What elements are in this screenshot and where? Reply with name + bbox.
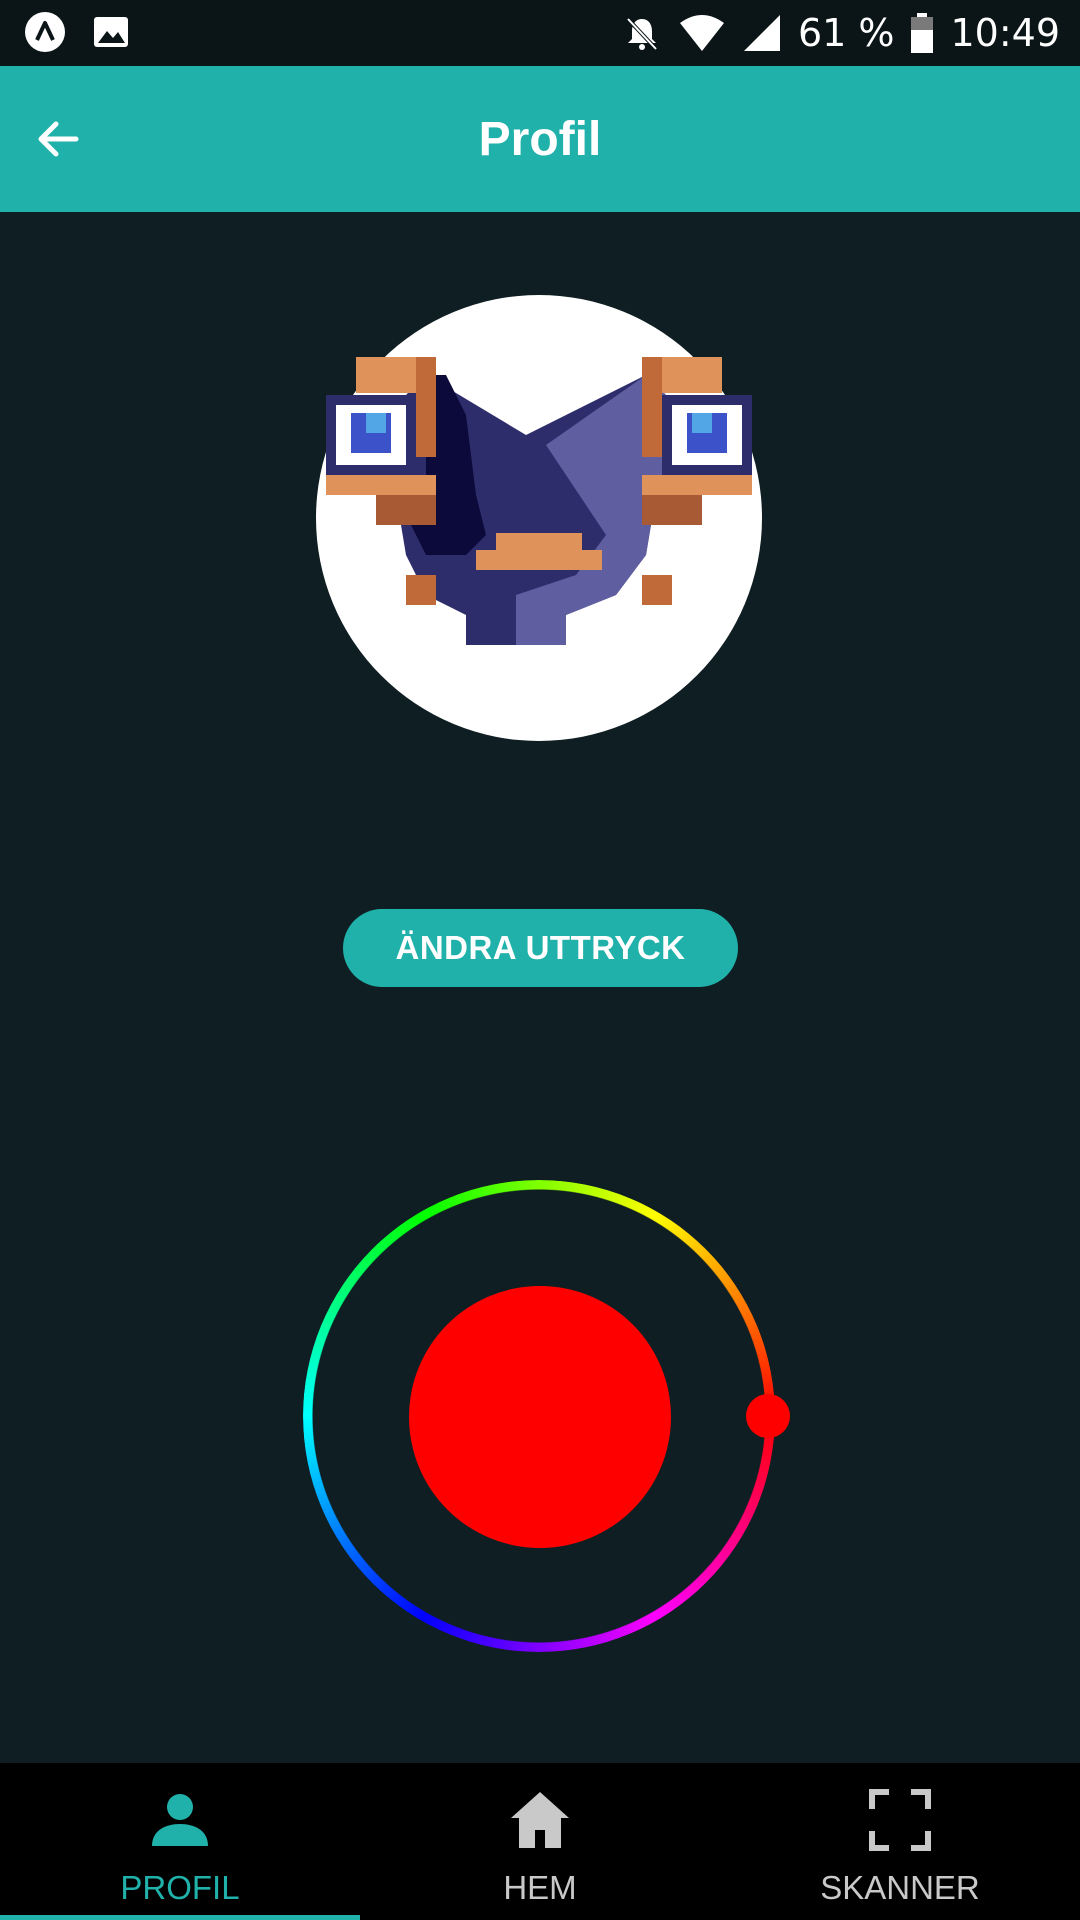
status-bar: 61 % 10:49 [0,0,1080,66]
nav-label-profil: PROFIL [120,1869,240,1906]
app-bar: Profil [0,66,1080,212]
app-logo-icon [25,12,65,52]
pixel-frog-avatar-icon [326,357,752,645]
nav-item-skanner[interactable]: SKANNER [720,1763,1080,1920]
person-icon [152,1794,208,1846]
battery-icon [911,13,934,53]
selected-color-swatch [409,1286,671,1548]
wifi-icon [679,15,724,51]
change-expression-button[interactable]: ÄNDRA UTTRYCK [343,909,738,987]
image-icon [94,17,128,47]
signal-icon [743,15,780,51]
battery-percent: 61 % [797,11,895,55]
nav-label-hem: HEM [503,1869,577,1906]
avatar [316,295,762,741]
nav-item-hem[interactable]: HEM [360,1763,720,1920]
hue-handle[interactable] [746,1394,790,1438]
notifications-off-icon [626,17,658,51]
active-tab-indicator [0,1915,360,1920]
color-picker[interactable] [300,1177,790,1661]
page-title: Profil [478,113,602,166]
nav-label-skanner: SKANNER [820,1869,980,1906]
nav-item-profil[interactable]: PROFIL [0,1763,360,1920]
home-icon [511,1792,569,1848]
bottom-navigation: PROFIL HEM SKANNER [0,1763,1080,1920]
clock: 10:49 [950,11,1060,55]
scan-frame-icon [869,1789,931,1851]
